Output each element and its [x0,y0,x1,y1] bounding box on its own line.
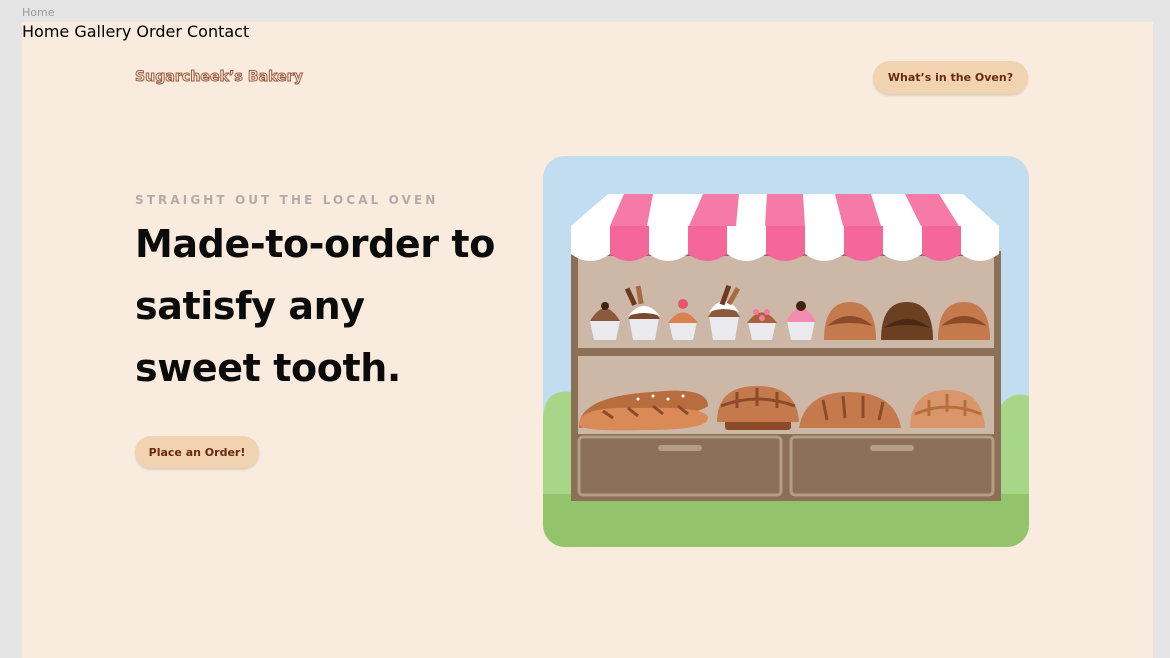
hero-headline: Made-to-order to satisfy any sweet tooth… [135,222,495,390]
bakery-stall-svg [543,156,1029,547]
whats-in-the-oven-button[interactable]: What’s in the Oven? [873,61,1028,94]
nav-home-link[interactable]: Home [22,22,69,41]
place-order-button[interactable]: Place an Order! [135,436,259,468]
nav-contact-link[interactable]: Contact [187,22,249,41]
nav-gallery-link[interactable]: Gallery [74,22,131,41]
bakery-logo[interactable]: Sugarcheek’s Bakery [135,69,304,86]
home-page: Sugarcheek’s Bakery Home Gallery Order C… [22,22,1153,658]
bakery-stall-illustration [543,156,1029,547]
frame-label: Home [22,6,55,19]
hero-eyebrow: STRAIGHT OUT THE LOCAL OVEN [135,193,439,207]
nav-order-link[interactable]: Order [136,22,181,41]
main-nav: Home Gallery Order Contact [22,22,1153,41]
